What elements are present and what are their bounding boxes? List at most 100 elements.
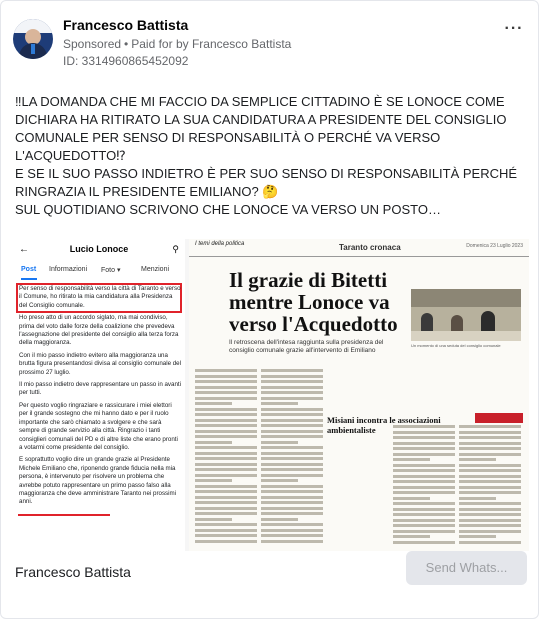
text-line [459,502,521,505]
text-line [393,480,455,483]
newspaper-headline: Il grazie di Bitetti mentre Lonoce va ve… [229,268,398,336]
text-line [261,374,323,378]
ad-body-text: ‼LA DOMANDA CHE MI FACCIO DA SEMPLICE CI… [15,93,525,219]
ad-body-line: ‼LA DOMANDA CHE MI FACCIO DA SEMPLICE CI… [15,94,507,163]
newspaper-photo [411,289,521,341]
active-tab-indicator [21,278,37,280]
text-line [195,523,257,526]
ad-body-line: E SE IL SUO PASSO INDIETRO È PER SUO SEN… [15,166,518,199]
text-line [459,485,521,489]
text-line [261,501,323,504]
avatar[interactable] [13,19,53,59]
text-line [195,418,257,422]
text-line [195,440,233,444]
text-line [393,436,455,439]
text-line [393,463,455,467]
newspaper-topbar: I temi della politica Taranto cronaca Do… [189,239,529,257]
more-options-icon[interactable]: ··· [502,21,526,41]
text-line [261,391,323,394]
text-line [459,447,521,450]
text-column [459,425,521,549]
text-line [459,474,521,478]
newspaper-date: Domenica 23 Luglio 2023 [466,243,523,249]
photo-caption: Un momento di una seduta del consiglio c… [411,343,501,348]
footer-page-name: Francesco Battista [15,564,131,580]
text-line [261,534,323,537]
text-line [459,496,497,500]
text-line [261,413,323,416]
text-line [195,473,257,477]
text-line [195,435,257,438]
text-line [393,513,455,516]
text-line [261,451,323,455]
text-line [261,407,323,411]
text-line [195,369,257,372]
text-line [393,496,431,500]
text-line [195,484,257,488]
text-line [459,469,521,472]
text-line [195,528,257,532]
text-line [393,540,455,544]
text-line [393,441,455,445]
newspaper-deck: Il retroscena dell'intesa raggiunta sull… [229,339,384,354]
text-column [393,425,455,549]
text-line [459,441,521,445]
tab-foto: Foto ▾ [101,267,121,274]
text-line [261,440,299,444]
text-line [459,480,521,483]
tab-post: Post [21,266,37,273]
text-line [261,418,323,422]
post-paragraph: Ho preso atto di un accordo siglato, ma … [19,314,179,347]
text-line [459,507,521,511]
text-line [459,436,521,439]
newspaper-subheadline: Misiani incontra le associazioni ambient… [327,415,441,435]
text-line [261,479,299,482]
profile-tabs: Post Informazioni Foto ▾ Menzioni [13,263,185,280]
text-line [459,458,497,461]
text-line [393,535,431,538]
text-line [195,512,257,515]
newspaper-section-header: Taranto cronaca [339,243,401,252]
text-line [261,528,323,532]
newspaper-columns: Misiani incontra le associazioni ambient… [195,369,523,549]
send-whatsapp-button[interactable]: Send Whats... [406,551,527,585]
text-line [459,463,521,467]
text-line [459,513,521,516]
text-line [195,495,257,499]
text-line [261,435,323,438]
text-line [261,523,323,526]
post-text: Per senso di responsabilità verso la cit… [19,285,181,511]
text-line [195,374,257,378]
text-line [261,495,323,499]
post-paragraph: Con il mio passo indietro evitero alla m… [19,351,182,376]
ad-card: Francesco Battista Sponsored • Paid for by… [0,0,539,619]
text-line [393,518,455,522]
text-line [195,501,257,504]
red-underline [18,514,110,516]
text-line [195,468,257,471]
text-line [459,452,521,456]
text-line [195,506,257,510]
post-paragraph: Il mio passo indietro deve rappresentare… [19,381,182,397]
text-line [261,512,323,515]
text-line [393,485,455,489]
text-line [459,524,521,527]
text-line [393,502,455,505]
ad-media-image[interactable]: Lucio Lonoce ← ⚲ Post Informazioni Foto … [13,239,529,551]
text-line [393,447,455,450]
text-line [393,474,455,478]
text-line [195,534,257,537]
text-line [261,506,323,510]
text-line [195,402,233,405]
text-line [195,462,257,466]
page-name-link[interactable]: Francesco Battista [63,17,188,33]
text-line [393,469,455,472]
red-banner [475,413,523,423]
post-paragraph: E soprattutto voglio dire un grande graz… [19,456,177,506]
text-line [195,424,257,427]
sponsored-label: Sponsored [63,37,122,51]
text-line [195,413,257,416]
text-line [195,429,257,433]
text-line [195,380,257,383]
text-column [261,369,323,549]
